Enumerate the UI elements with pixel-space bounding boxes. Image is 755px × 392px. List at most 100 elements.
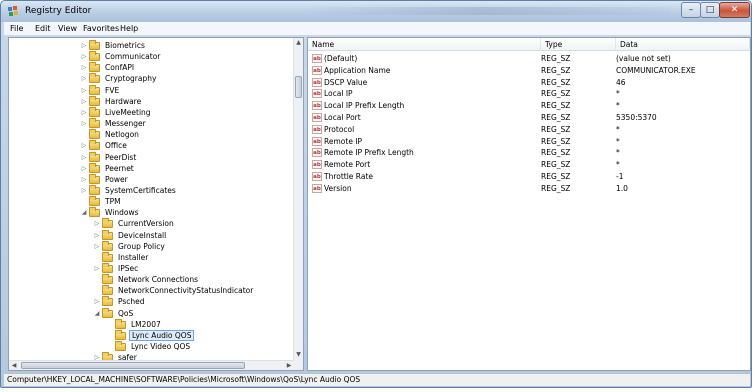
title-bar[interactable]: Registry Editor – □ ✕ <box>1 1 751 22</box>
folder-icon <box>89 140 100 151</box>
expand-arrow-icon[interactable]: ▷ <box>80 107 88 118</box>
value-type: REG_SZ <box>541 124 571 134</box>
collapse-arrow-icon[interactable]: ◢ <box>80 207 88 218</box>
value-name: Remote IP <box>324 136 363 146</box>
folder-icon <box>115 329 126 340</box>
tree-item-label: Office <box>105 141 127 151</box>
tree-item-label: Power <box>105 174 128 184</box>
value-row[interactable]: ab Remote Port REG_SZ * <box>308 159 748 170</box>
folder-icon <box>102 285 113 296</box>
expand-arrow-icon[interactable]: ▷ <box>80 96 88 107</box>
expand-arrow-icon[interactable]: ▷ <box>80 85 88 96</box>
tree-item-label: Installer <box>118 252 149 262</box>
folder-icon <box>89 173 100 184</box>
string-value-icon: ab <box>312 89 322 99</box>
column-header-data[interactable]: Data <box>616 38 750 51</box>
menu-help[interactable]: Help <box>120 24 138 33</box>
registry-editor-window: Registry Editor – □ ✕ File Edit View Fav… <box>0 0 752 388</box>
menu-file[interactable]: File <box>10 24 23 33</box>
close-button[interactable]: ✕ <box>719 2 750 18</box>
expand-arrow-icon[interactable]: ▷ <box>93 296 101 307</box>
tree-item-label: ConfAPI <box>105 63 135 73</box>
value-row[interactable]: ab Local IP Prefix Length REG_SZ * <box>308 100 748 111</box>
registry-values-list[interactable]: Name Type Data ab (Default) REG_SZ (value n… <box>307 37 751 371</box>
string-value-icon: ab <box>312 172 322 181</box>
folder-icon <box>89 196 100 207</box>
value-type: REG_SZ <box>541 136 571 146</box>
status-bar: Computer\HKEY_LOCAL_MACHINE\SOFTWARE\Pol… <box>4 373 750 386</box>
value-row[interactable]: ab (Default) REG_SZ (value not set) <box>308 53 748 64</box>
expand-arrow-icon[interactable]: ▷ <box>93 230 101 241</box>
tree-item-label: Network Connections <box>118 275 199 285</box>
expand-arrow-icon[interactable]: ▷ <box>80 118 88 129</box>
folder-icon <box>89 95 100 106</box>
value-type: REG_SZ <box>541 160 571 170</box>
tree-item-label: LM2007 <box>131 319 161 329</box>
registry-key-tree[interactable]: ▷ Biometrics ▷ Communicator ▷ ConfAPI ▷ Cryptog… <box>8 37 304 371</box>
value-row[interactable]: ab Local Port REG_SZ 5350:5370 <box>308 112 748 123</box>
scroll-right-icon[interactable]: ▶ <box>284 361 294 370</box>
folder-icon <box>89 84 100 95</box>
expand-arrow-icon[interactable]: ▷ <box>80 152 88 163</box>
string-value-icon: ab <box>312 136 322 146</box>
scroll-up-icon[interactable]: ▲ <box>294 38 303 48</box>
tree-item-label: QoS <box>118 308 134 318</box>
collapse-arrow-icon[interactable]: ◢ <box>93 308 101 319</box>
expand-arrow-icon[interactable]: ▷ <box>80 163 88 174</box>
tree-item-label: DeviceInstall <box>118 230 167 240</box>
value-type: REG_SZ <box>541 148 571 158</box>
expand-arrow-icon[interactable]: ▷ <box>80 40 88 51</box>
tree-hscroll-thumb[interactable] <box>21 362 245 369</box>
folder-icon <box>89 129 100 140</box>
expand-arrow-icon[interactable]: ▷ <box>80 73 88 84</box>
value-row[interactable]: ab Remote IP Prefix Length REG_SZ * <box>308 147 748 158</box>
tree-item-label: Biometrics <box>105 41 145 50</box>
expand-arrow-icon[interactable]: ▷ <box>80 185 88 196</box>
column-header-type[interactable]: Type <box>541 38 616 51</box>
maximize-button[interactable]: □ <box>700 2 720 18</box>
expand-arrow-icon[interactable]: ▷ <box>93 218 101 229</box>
value-row[interactable]: ab Local IP REG_SZ * <box>308 88 748 99</box>
menu-view[interactable]: View <box>58 24 77 33</box>
expand-arrow-icon[interactable]: ▷ <box>93 263 101 274</box>
folder-icon <box>89 151 100 162</box>
string-value-icon: ab <box>312 160 322 170</box>
scroll-down-icon[interactable]: ▼ <box>294 350 303 360</box>
menu-favorites[interactable]: Favorites <box>83 24 119 33</box>
tree-item-label: Hardware <box>105 96 142 106</box>
value-type: REG_SZ <box>541 183 571 193</box>
folder-icon <box>89 207 100 218</box>
folder-icon <box>89 62 100 73</box>
folder-icon <box>89 106 100 117</box>
tree-item-label: LiveMeeting <box>105 107 151 117</box>
expand-arrow-icon[interactable]: ▷ <box>80 51 88 62</box>
tree-horizontal-scrollbar[interactable]: ◀ ▶ <box>9 360 294 370</box>
tree-item-label: NetworkConnectivityStatusIndicator <box>118 286 254 296</box>
window-title: Registry Editor <box>25 6 92 16</box>
expand-arrow-icon[interactable]: ▷ <box>93 241 101 252</box>
expand-arrow-icon[interactable]: ▷ <box>80 174 88 185</box>
value-row[interactable]: ab Protocol REG_SZ * <box>308 124 748 135</box>
value-row[interactable]: ab Remote IP REG_SZ * <box>308 136 748 147</box>
folder-icon <box>102 251 113 262</box>
value-row[interactable]: ab Version REG_SZ 1.0 <box>308 183 748 194</box>
folder-icon <box>102 263 113 273</box>
expand-arrow-icon[interactable]: ▷ <box>80 62 88 73</box>
minimize-button[interactable]: – <box>681 2 701 18</box>
tree-item-label: Cryptography <box>105 74 157 84</box>
folder-icon <box>89 51 100 62</box>
value-row[interactable]: ab Throttle Rate REG_SZ -1 <box>308 171 748 182</box>
registry-editor-icon <box>8 6 18 16</box>
expand-arrow-icon[interactable]: ▷ <box>80 140 88 151</box>
tree-vertical-scrollbar[interactable]: ▲ ▼ <box>293 38 303 370</box>
close-icon: ✕ <box>730 5 739 15</box>
value-row[interactable]: ab Application Name REG_SZ COMMUNICATOR.EXE <box>308 65 748 76</box>
value-type: REG_SZ <box>541 101 571 111</box>
column-header-name[interactable]: Name <box>308 38 541 51</box>
value-row[interactable]: ab DSCP Value REG_SZ 46 <box>308 77 748 88</box>
scroll-left-icon[interactable]: ◀ <box>9 361 19 370</box>
tree-scroll-thumb[interactable] <box>295 76 302 98</box>
value-data: -1 <box>616 172 624 181</box>
string-value-icon: ab <box>312 183 322 193</box>
menu-edit[interactable]: Edit <box>35 24 51 33</box>
